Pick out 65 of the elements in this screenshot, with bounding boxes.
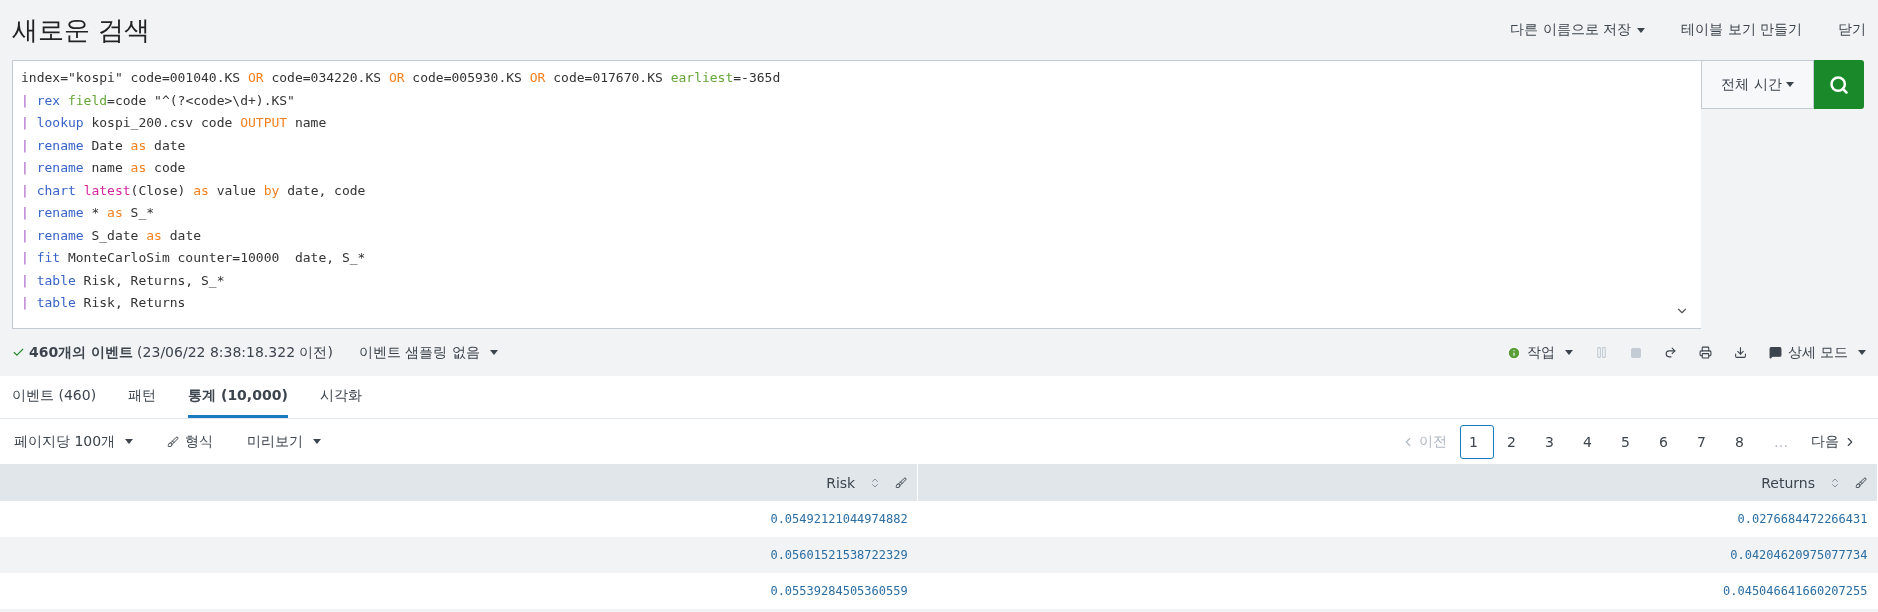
brush-icon[interactable] (895, 476, 908, 489)
query-line: | rename * as S_* (21, 205, 155, 220)
page-link[interactable]: 1 (1460, 424, 1494, 459)
format-button[interactable]: 형식 (167, 432, 214, 451)
caret-icon (1858, 350, 1866, 355)
print-icon[interactable] (1698, 346, 1712, 359)
query-line: | table Risk, Returns, S_* (21, 272, 225, 288)
page-link[interactable]: 7 (1688, 424, 1722, 459)
query-line: index="kospi" code=001040.KS OR code=034220.KS OR code=005930.KS OR code=017670.KS earliest=-365d (21, 70, 781, 85)
job-dropdown[interactable]: 작업 (1506, 343, 1573, 362)
share-icon[interactable] (1663, 346, 1677, 359)
caret-icon (1785, 82, 1794, 87)
table-cell: 0.045046641660207255 (917, 573, 1878, 609)
header-action-button[interactable]: 테이블 보기 만들기 (1681, 21, 1802, 39)
per-page-dropdown[interactable]: 페이지당 100개 (14, 432, 134, 451)
brush-icon (167, 435, 180, 448)
table-cell: 0.05492121044974882 (0, 501, 918, 537)
query-line: | lookup kospi_200.csv code OUTPUT name (21, 115, 327, 130)
table-cell: 0.0276684472266431 (917, 501, 1878, 537)
table-cell: 0.04204620975077734 (917, 537, 1878, 573)
caret-icon (313, 439, 322, 444)
query-line: | rename Date as date (21, 137, 186, 153)
table-cell: 0.05601521538722329 (0, 537, 918, 573)
download-icon[interactable] (1733, 346, 1747, 359)
query-line: | fit MonteCarloSim counter=10000 date, S_* (21, 250, 366, 265)
page-link[interactable]: 4 (1574, 424, 1608, 459)
comment-icon (1768, 346, 1782, 359)
table-cell: 0.05539284505360559 (0, 573, 918, 609)
column-header[interactable]: Risk (0, 464, 918, 501)
header-action-button[interactable]: 다른 이름으로 저장 (1510, 21, 1646, 39)
ellipsis: … (1773, 433, 1789, 450)
page-link[interactable]: 2 (1498, 424, 1532, 459)
next-page-link[interactable]: 다음 (1802, 424, 1866, 459)
page-title: 새로운 검색 (12, 13, 151, 47)
tab[interactable]: 이벤트 (460) (12, 376, 97, 418)
query-line: | table Risk, Returns (21, 295, 186, 310)
query-line: | rename S_date as date (21, 227, 202, 243)
event-time: (23/06/22 8:38:18.322 이전) (137, 343, 333, 362)
query-line: | rename name as code (21, 160, 186, 175)
page-link[interactable]: 5 (1612, 424, 1646, 459)
column-header[interactable]: Returns (917, 464, 1878, 501)
caret-icon (489, 350, 498, 355)
query-line: | chart latest(Close) as value by date, code (21, 182, 366, 198)
search-button[interactable] (1814, 60, 1864, 109)
caret-icon (1564, 350, 1573, 355)
query-line: | rex field=code "^(?<code>\d+).KS" (21, 92, 295, 108)
preview-dropdown[interactable]: 미리보기 (247, 432, 322, 451)
caret-icon (125, 439, 134, 444)
search-icon (1829, 74, 1849, 95)
page-link[interactable]: 6 (1650, 424, 1684, 459)
check-icon (12, 346, 25, 359)
tab[interactable]: 시각화 (319, 376, 362, 418)
brush-icon[interactable] (1855, 476, 1867, 489)
info-icon (1506, 345, 1521, 360)
sort-icon[interactable] (1829, 476, 1841, 489)
sampling-dropdown[interactable]: 이벤트 샘플링 없음 (358, 343, 498, 362)
tab[interactable]: 패턴 (128, 376, 157, 418)
time-range-picker[interactable]: 전체 시간 (1701, 60, 1814, 109)
page-link[interactable]: 3 (1536, 424, 1570, 459)
mode-dropdown[interactable]: 상세 모드 (1768, 343, 1866, 362)
search-query-field[interactable] (12, 60, 1701, 329)
caret-icon (1637, 27, 1646, 33)
event-count: 460개의 이벤트 (29, 343, 134, 362)
header-action-button[interactable]: 닫기 (1838, 21, 1866, 39)
page-link[interactable]: 8 (1726, 424, 1760, 459)
